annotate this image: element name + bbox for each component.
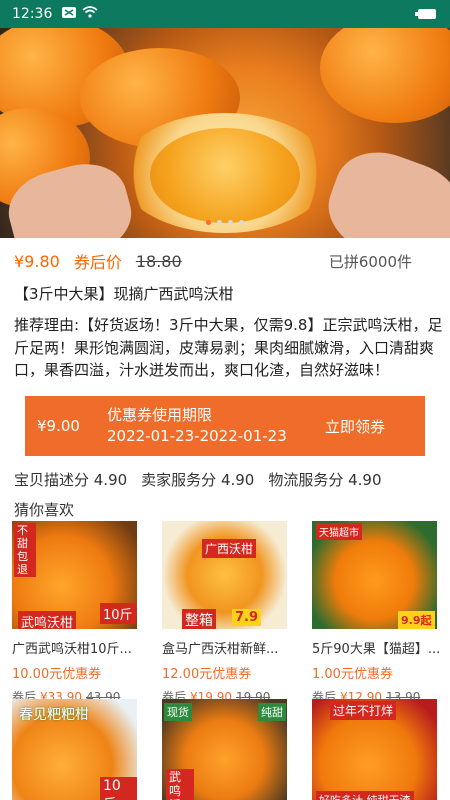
product-title: 【3斤中大果】现摘广西武鸣沃柑: [14, 285, 234, 303]
product-thumbnail[interactable]: 广西沃柑 整箱 7.9: [162, 521, 287, 629]
product-coupon: 12.00元优惠券: [162, 667, 252, 682]
recommend-reason: 推荐理由:【好货返场！3斤中大果，仅需9.8】正宗武鸣沃柑，足斤足两！果形饱满圆…: [14, 316, 443, 379]
product-thumbnail[interactable]: 现货 纯甜 武鸣沃柑: [162, 699, 287, 800]
product-thumbnail[interactable]: 不甜包退 武鸣沃柑 10斤: [12, 521, 137, 629]
status-time: 12:36: [12, 6, 53, 22]
recommend-title: 猜你喜欢: [14, 501, 75, 519]
product-name[interactable]: 广西武鸣沃柑10斤...: [12, 638, 152, 657]
product-tag: 好吃多汁 纯甜无渣: [316, 791, 414, 800]
shop-scores: 宝贝描述分 4.90 卖家服务分 4.90 物流服务分 4.90: [14, 469, 444, 490]
product-tag: 春见粑粑柑: [19, 707, 89, 723]
claim-coupon-button[interactable]: 立即领券: [325, 416, 425, 437]
product-tag: 武鸣沃柑: [18, 611, 77, 629]
recommend-card[interactable]: 现货 纯甜 武鸣沃柑: [162, 699, 310, 800]
product-thumbnail[interactable]: 过年不打烊 好吃多汁 纯甜无渣: [312, 699, 437, 800]
coupon-period-dates: 2022-01-23-2022-01-23: [107, 427, 287, 445]
notification-icon: [62, 6, 77, 22]
logistics-score: 物流服务分 4.90: [268, 471, 382, 489]
product-tag: 10斤: [100, 777, 137, 800]
product-tag: 10斤: [100, 603, 136, 624]
sold-count: 已拼6000件: [328, 252, 412, 271]
battery-icon: [415, 9, 436, 19]
product-thumbnail[interactable]: 春见粑粑柑 10斤: [12, 699, 137, 800]
wifi-icon: [82, 6, 98, 22]
recommend-card[interactable]: 广西沃柑 整箱 7.9 盒马广西沃柑新鲜... 12.00元优惠券 券后 ¥19.…: [162, 521, 310, 705]
product-tag: 广西沃柑: [202, 539, 257, 558]
product-name[interactable]: 5斤90大果【猫超】...: [312, 638, 450, 657]
seller-score: 卖家服务分 4.90: [141, 471, 255, 489]
recommend-card[interactable]: 过年不打烊 好吃多汁 纯甜无渣: [312, 699, 450, 800]
desc-score: 宝贝描述分 4.90: [14, 471, 128, 489]
product-image-carousel[interactable]: [0, 28, 450, 238]
product-tag: 纯甜: [258, 703, 286, 721]
product-tag: 武鸣沃柑: [166, 769, 194, 800]
product-thumbnail[interactable]: 天猫超市 9.9起: [312, 521, 437, 629]
coupon-banner[interactable]: ¥9.00 优惠券使用期限 2022-01-23-2022-01-23 立即领券: [25, 396, 425, 456]
recommend-card[interactable]: 春见粑粑柑 10斤: [12, 699, 160, 800]
coupon-after-label: 券后价: [73, 253, 122, 272]
carousel-dot[interactable]: [228, 220, 233, 225]
recommend-card[interactable]: 不甜包退 武鸣沃柑 10斤 广西武鸣沃柑10斤... 10.00元优惠券 券后 ¥…: [12, 521, 160, 705]
product-tag: 过年不打烊: [330, 701, 397, 720]
orange-flesh-image: [150, 128, 300, 223]
price-row: ¥9.80 券后价 18.80 已拼6000件: [14, 250, 436, 273]
carousel-dot[interactable]: [239, 220, 244, 225]
original-price: 18.80: [135, 251, 182, 271]
recommend-card[interactable]: 天猫超市 9.9起 5斤90大果【猫超】... 1.00元优惠券 券后 ¥12.9…: [312, 521, 450, 705]
product-tag: 9.9起: [398, 611, 435, 629]
product-coupon: 1.00元优惠券: [312, 667, 393, 682]
product-tag: 整箱: [182, 609, 216, 629]
carousel-dot[interactable]: [206, 220, 211, 225]
product-name[interactable]: 盒马广西沃柑新鲜...: [162, 638, 302, 657]
product-tag: 天猫超市: [316, 523, 362, 540]
product-tag: 7.9: [232, 609, 262, 626]
coupon-period: 优惠券使用期限 2022-01-23-2022-01-23: [105, 405, 325, 447]
coupon-amount: ¥9.00: [37, 417, 80, 435]
current-price: ¥9.80: [14, 251, 60, 271]
product-tag: 不甜包退: [14, 523, 36, 577]
status-bar: 12:36: [0, 0, 450, 28]
orange-image: [320, 28, 450, 123]
product-tag: 现货: [164, 703, 192, 721]
product-coupon: 10.00元优惠券: [12, 667, 102, 682]
carousel-dot[interactable]: [217, 220, 222, 225]
coupon-period-label: 优惠券使用期限: [107, 406, 213, 424]
carousel-indicator: [0, 220, 450, 225]
